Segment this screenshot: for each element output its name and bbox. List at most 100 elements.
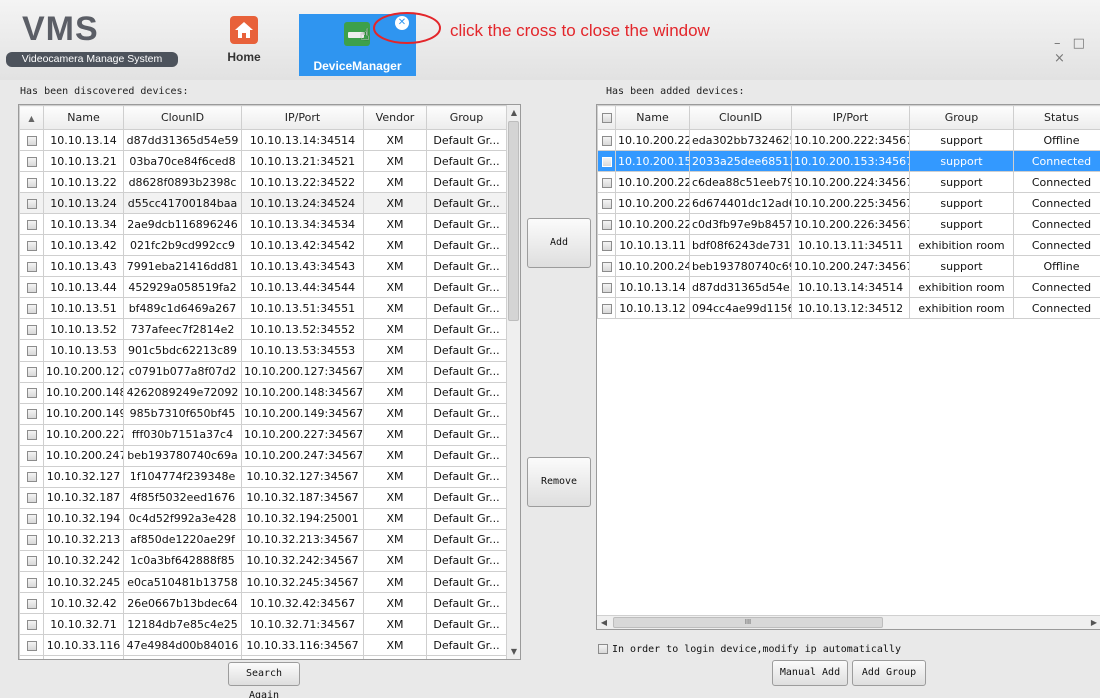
row-checkbox[interactable]: [26, 388, 37, 399]
row-checkbox[interactable]: [601, 219, 612, 230]
table-row[interactable]: 10.10.200.149 985b7310f650bf45 10.10.200.1…: [19, 402, 507, 425]
table-row[interactable]: 10.10.32.42 26e0667b13bdec64 10.10.32.42:3…: [19, 592, 507, 615]
col-header-status[interactable]: Status: [1013, 105, 1100, 130]
table-row[interactable]: 10.10.200.222eda302bb7324625f10.10.200.2…: [597, 128, 1100, 152]
row-select-cell[interactable]: [597, 276, 616, 299]
row-select-cell[interactable]: [19, 150, 44, 173]
scroll-down-icon[interactable]: ▼: [507, 647, 520, 656]
row-select-cell[interactable]: [19, 423, 44, 446]
table-row[interactable]: 10.10.13.14 d87dd31365d54e... 10.10.13.14:…: [597, 276, 1100, 299]
row-checkbox[interactable]: [26, 472, 37, 483]
col-header-clounid[interactable]: ClounID: [689, 105, 792, 130]
table-row[interactable]: 10.10.13.11 bdf08f6243de7315 10.10.13.11:3…: [597, 234, 1100, 257]
row-checkbox[interactable]: [26, 198, 37, 209]
table-row[interactable]: 10.10.200.247beb193780740c69a10.10.200.2…: [597, 255, 1100, 278]
row-checkbox[interactable]: [26, 409, 37, 420]
row-select-cell[interactable]: [19, 613, 44, 636]
row-select-cell[interactable]: [19, 276, 44, 299]
row-checkbox[interactable]: [26, 303, 37, 314]
table-row[interactable]: 10.10.200.1532033a25dee68513110.10.200.1…: [597, 150, 1100, 173]
row-checkbox[interactable]: [26, 240, 37, 251]
select-all-header[interactable]: ▲: [19, 105, 44, 130]
row-checkbox[interactable]: [26, 577, 37, 588]
row-select-cell[interactable]: [19, 381, 44, 404]
table-row[interactable]: 10.10.200.224c6dea88c51eeb79910.10.200.2…: [597, 171, 1100, 194]
row-select-cell[interactable]: [19, 549, 44, 572]
col-header-group[interactable]: Group: [426, 105, 507, 130]
row-select-cell[interactable]: [597, 128, 616, 152]
row-select-cell[interactable]: [19, 634, 44, 657]
row-select-cell[interactable]: [597, 297, 616, 320]
row-checkbox[interactable]: [601, 303, 612, 314]
table-row[interactable]: 10.10.13.44 452929a058519fa2 10.10.13.44:3…: [19, 276, 507, 299]
table-row[interactable]: 10.10.32.245 e0ca510481b13758 10.10.32.245…: [19, 570, 507, 594]
row-checkbox[interactable]: [26, 156, 37, 167]
scroll-left-icon[interactable]: ◀: [597, 618, 611, 627]
table-row[interactable]: 10.10.13.12 094cc4ae99d11565 10.10.13.12:3…: [597, 297, 1100, 320]
discovered-scrollbar[interactable]: ▲ ▼: [506, 105, 520, 659]
search-again-button[interactable]: Search Again: [228, 662, 300, 698]
row-checkbox[interactable]: [26, 219, 37, 230]
col-header-ipport[interactable]: IP/Port: [241, 105, 364, 130]
row-checkbox[interactable]: [26, 367, 37, 378]
row-select-cell[interactable]: [597, 192, 616, 215]
table-row[interactable]: 10.10.32.213 af850de1220ae29f 10.10.32.213…: [19, 528, 507, 551]
row-select-cell[interactable]: [19, 402, 44, 425]
table-row[interactable]: 10.10.32.127 1f104774f239348e 10.10.32.127…: [19, 465, 507, 488]
table-row[interactable]: 10.10.32.187 4f85f5032eed1676 10.10.32.187…: [19, 486, 507, 509]
row-checkbox[interactable]: [26, 493, 37, 504]
hscroll-thumb[interactable]: III: [613, 617, 883, 628]
table-row[interactable]: 10.10.32.71 12184db7e85c4e25 10.10.32.71:3…: [19, 613, 507, 636]
row-checkbox[interactable]: [601, 156, 612, 167]
row-select-cell[interactable]: [597, 150, 616, 173]
table-row[interactable]: 10.10.200.148 4262089249e72092 10.10.200.1…: [19, 381, 507, 404]
row-select-cell[interactable]: [19, 465, 44, 488]
table-row[interactable]: 10.10.32.194 0c4d52f992a3e428 10.10.32.194…: [19, 507, 507, 530]
row-checkbox[interactable]: [26, 556, 37, 567]
table-row[interactable]: 10.10.200.247beb193780740c69a10.10.200.2…: [19, 444, 507, 467]
table-row[interactable]: 10.10.33.14060050439940bda7e10.10.33.140…: [19, 655, 507, 659]
table-row[interactable]: 10.10.13.52 737afeec7f2814e2 10.10.13.52:3…: [19, 318, 507, 341]
scroll-right-icon[interactable]: ▶: [1087, 618, 1100, 627]
row-checkbox[interactable]: [26, 619, 37, 630]
row-checkbox[interactable]: [26, 598, 37, 609]
scroll-up-icon[interactable]: ▲: [507, 108, 520, 117]
table-row[interactable]: 10.10.13.14 d87dd31365d54e59 10.10.13.14:3…: [19, 128, 507, 152]
nav-home[interactable]: Home: [214, 10, 274, 74]
row-checkbox[interactable]: [26, 514, 37, 525]
table-row[interactable]: 10.10.13.24 d55cc41700184baa 10.10.13.24:3…: [19, 192, 507, 215]
row-select-cell[interactable]: [19, 192, 44, 215]
manual-add-button[interactable]: Manual Add: [772, 660, 848, 686]
row-checkbox[interactable]: [601, 177, 612, 188]
col-header-name[interactable]: Name: [615, 105, 690, 130]
row-checkbox[interactable]: [26, 282, 37, 293]
row-checkbox[interactable]: [26, 535, 37, 546]
row-checkbox[interactable]: [26, 451, 37, 462]
table-row[interactable]: 10.10.200.226c0d3fb97e9b8457110.10.200.2…: [597, 213, 1100, 236]
col-header-name[interactable]: Name: [43, 105, 124, 130]
table-row[interactable]: 10.10.200.227 fff030b7151a37c4 10.10.200.2…: [19, 423, 507, 446]
row-select-cell[interactable]: [597, 255, 616, 278]
table-row[interactable]: 10.10.13.43 7991eba21416dd81 10.10.13.43:3…: [19, 255, 507, 278]
row-select-cell[interactable]: [19, 297, 44, 320]
table-row[interactable]: 10.10.200.127 c0791b077a8f07d2 10.10.200.1…: [19, 360, 507, 383]
select-all-checkbox[interactable]: [601, 113, 612, 123]
table-row[interactable]: 10.10.13.22 d8628f0893b2398c 10.10.13.22:3…: [19, 171, 507, 194]
row-checkbox[interactable]: [26, 261, 37, 272]
select-all-header[interactable]: [597, 105, 616, 130]
table-row[interactable]: 10.10.13.53 901c5bdc62213c89 10.10.13.53:3…: [19, 339, 507, 362]
table-row[interactable]: 10.10.33.116 47e4984d00b84016 10.10.33.116…: [19, 634, 507, 657]
row-select-cell[interactable]: [19, 655, 44, 659]
col-header-group[interactable]: Group: [909, 105, 1014, 130]
row-checkbox[interactable]: [601, 282, 612, 293]
row-select-cell[interactable]: [597, 213, 616, 236]
table-row[interactable]: 10.10.13.51 bf489c1d6469a267 10.10.13.51:3…: [19, 297, 507, 320]
row-select-cell[interactable]: [19, 234, 44, 257]
col-header-ipport[interactable]: IP/Port: [791, 105, 910, 130]
row-select-cell[interactable]: [19, 213, 44, 236]
row-checkbox[interactable]: [601, 240, 612, 251]
row-checkbox[interactable]: [26, 640, 37, 651]
row-select-cell[interactable]: [19, 318, 44, 341]
row-checkbox[interactable]: [26, 135, 37, 146]
row-select-cell[interactable]: [19, 128, 44, 152]
